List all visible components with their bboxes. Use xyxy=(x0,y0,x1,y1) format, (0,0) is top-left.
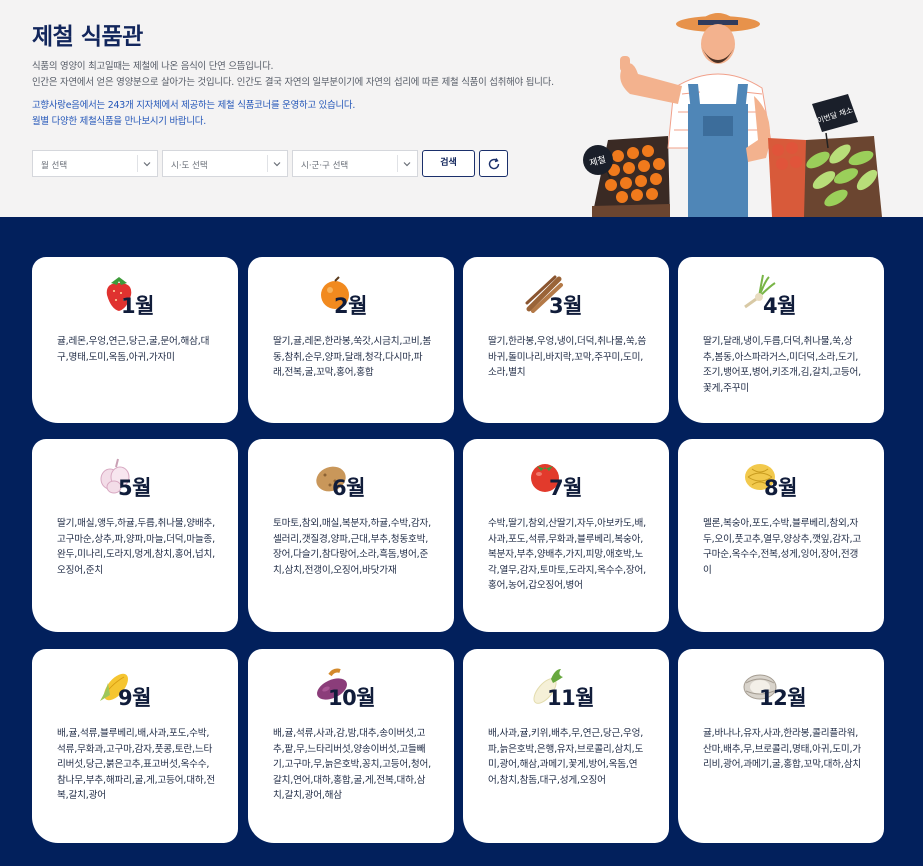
page-title: 제철 식품관 xyxy=(32,24,143,50)
card-header: 7월 xyxy=(463,455,669,501)
month-card[interactable]: 2월 딸기,귤,레몬,한라봉,쑥갓,시금치,고비,봄동,참취,순무,양파,달래,… xyxy=(248,257,454,423)
city-select-label: 시·군·구 선택 xyxy=(301,161,349,171)
month-card[interactable]: 6월 토마토,참외,매실,복분자,하귤,수박,감자,셀러리,갯질경,양파,근대,… xyxy=(248,439,454,632)
notice-line: 고향사랑e음에서는 243개 지자체에서 제공하는 제철 식품코너를 운영하고 … xyxy=(32,100,356,111)
page-notice: 고향사랑e음에서는 243개 지자체에서 제공하는 제철 식품코너를 운영하고 … xyxy=(32,98,355,130)
month-card[interactable]: 12월 귤,바나나,유자,사과,한라봉,콜리플라워,산마,배추,무,브로콜리,명… xyxy=(678,649,884,843)
province-select[interactable]: 시·도 선택 xyxy=(162,150,288,177)
food-list: 수박,딸기,참외,산딸기,자두,아보카도,배,사과,포도,석류,무화과,블루베리… xyxy=(488,518,646,592)
food-list: 딸기,매실,앵두,하귤,두릅,취나물,양배추,고구마순,상추,파,양파,마늘,더… xyxy=(57,518,215,576)
chevron-down-icon xyxy=(143,162,151,167)
food-list: 귤,레몬,우엉,연근,당근,굴,문어,해삼,대구,명태,도미,옥돔,아귀,가자미 xyxy=(57,336,210,363)
month-label: 11월 xyxy=(547,686,595,710)
month-card[interactable]: 3월 딸기,한라봉,우엉,냉이,더덕,취나물,쑥,씀바귀,돌미나리,바지락,꼬막… xyxy=(463,257,669,423)
month-label: 3월 xyxy=(549,294,582,318)
price-tag-left: 제철 xyxy=(583,145,613,179)
farmer-illustration: 제철 이번달 채소 xyxy=(583,13,882,217)
month-label: 2월 xyxy=(334,294,367,318)
search-button[interactable]: 검색 xyxy=(422,150,475,177)
month-label: 4월 xyxy=(763,294,796,318)
month-label: 1월 xyxy=(121,294,154,318)
card-header: 9월 xyxy=(32,665,238,711)
food-list: 귤,바나나,유자,사과,한라봉,콜리플라워,산마,배추,무,브로콜리,명태,아귀… xyxy=(703,728,861,771)
month-card[interactable]: 5월 딸기,매실,앵두,하귤,두릅,취나물,양배추,고구마순,상추,파,양파,마… xyxy=(32,439,238,632)
page-description: 식품의 영양이 최고일때는 제철에 나온 음식이 단연 으뜸입니다. 인간은 자… xyxy=(32,59,554,90)
month-label: 9월 xyxy=(118,686,151,710)
food-list: 딸기,달래,냉이,두릅,더덕,취나물,쑥,상추,봄동,아스파라거스,미더덕,소라… xyxy=(703,336,861,394)
city-select[interactable]: 시·군·구 선택 xyxy=(292,150,418,177)
select-divider xyxy=(137,155,138,172)
month-label: 12월 xyxy=(759,686,807,710)
card-header: 12월 xyxy=(678,665,884,711)
card-header: 3월 xyxy=(463,273,669,319)
food-list: 토마토,참외,매실,복분자,하귤,수박,감자,셀러리,갯질경,양파,근대,부추,… xyxy=(273,518,431,576)
month-card[interactable]: 9월 배,귤,석류,블루베리,배,사과,포도,수박,석류,무화과,고구마,감자,… xyxy=(32,649,238,843)
month-select-label: 월 선택 xyxy=(41,161,68,171)
reset-button[interactable] xyxy=(479,150,508,177)
month-card[interactable]: 10월 배,귤,석류,사과,감,밤,대추,송이버섯,고추,팥,무,느타리버섯,양… xyxy=(248,649,454,843)
month-card[interactable]: 11월 배,사과,귤,키위,배추,무,연근,당근,우엉,파,늙은호박,은행,유자… xyxy=(463,649,669,843)
card-header: 8월 xyxy=(678,455,884,501)
month-select[interactable]: 월 선택 xyxy=(32,150,158,177)
month-label: 8월 xyxy=(764,476,797,500)
month-card[interactable]: 4월 딸기,달래,냉이,두릅,더덕,취나물,쑥,상추,봄동,아스파라거스,미더덕… xyxy=(678,257,884,423)
card-header: 2월 xyxy=(248,273,454,319)
hero-header: 제철 식품관 식품의 영양이 최고일때는 제철에 나온 음식이 단연 으뜸입니다… xyxy=(0,0,923,217)
month-label: 10월 xyxy=(328,686,376,710)
province-select-label: 시·도 선택 xyxy=(171,161,208,171)
refresh-icon xyxy=(488,158,500,170)
month-label: 7월 xyxy=(549,476,582,500)
food-list: 멜론,복숭아,포도,수박,블루베리,참외,자두,오이,풋고추,열무,양상추,깻잎… xyxy=(703,518,861,576)
month-card[interactable]: 8월 멜론,복숭아,포도,수박,블루베리,참외,자두,오이,풋고추,열무,양상추… xyxy=(678,439,884,632)
card-header: 4월 xyxy=(678,273,884,319)
cucumber-crate xyxy=(768,136,882,217)
food-list: 배,귤,석류,블루베리,배,사과,포도,수박,석류,무화과,고구마,감자,풋콩,… xyxy=(57,728,215,802)
card-header: 5월 xyxy=(32,455,238,501)
card-header: 1월 xyxy=(32,273,238,319)
month-label: 5월 xyxy=(118,476,151,500)
description-line: 인간은 자연에서 얻은 영양분으로 살아가는 것입니다. 인간도 결국 자연의 … xyxy=(32,76,554,88)
select-divider xyxy=(397,155,398,172)
chevron-down-icon xyxy=(403,162,411,167)
card-header: 10월 xyxy=(248,665,454,711)
food-list: 배,귤,석류,사과,감,밤,대추,송이버섯,고추,팥,무,느타리버섯,양송이버섯… xyxy=(273,728,431,802)
card-header: 11월 xyxy=(463,665,669,711)
chevron-down-icon xyxy=(273,162,281,167)
notice-line: 월별 다양한 제철식품을 만나보시기 바랍니다. xyxy=(32,116,206,127)
card-header: 6월 xyxy=(248,455,454,501)
food-list: 딸기,한라봉,우엉,냉이,더덕,취나물,쑥,씀바귀,돌미나리,바지락,꼬막,주꾸… xyxy=(488,336,646,379)
month-label: 6월 xyxy=(332,476,365,500)
month-card[interactable]: 1월 귤,레몬,우엉,연근,당근,굴,문어,해삼,대구,명태,도미,옥돔,아귀,… xyxy=(32,257,238,423)
description-line: 식품의 영양이 최고일때는 제철에 나온 음식이 단연 으뜸입니다. xyxy=(32,61,274,72)
seasonal-food-grid: 1월 귤,레몬,우엉,연근,당근,굴,문어,해삼,대구,명태,도미,옥돔,아귀,… xyxy=(0,217,923,866)
food-list: 딸기,귤,레몬,한라봉,쑥갓,시금치,고비,봄동,참취,순무,양파,달래,청각,… xyxy=(273,336,431,379)
month-card[interactable]: 7월 수박,딸기,참외,산딸기,자두,아보카도,배,사과,포도,석류,무화과,블… xyxy=(463,439,669,632)
food-list: 배,사과,귤,키위,배추,무,연근,당근,우엉,파,늙은호박,은행,유자,브로콜… xyxy=(488,728,644,786)
select-divider xyxy=(267,155,268,172)
